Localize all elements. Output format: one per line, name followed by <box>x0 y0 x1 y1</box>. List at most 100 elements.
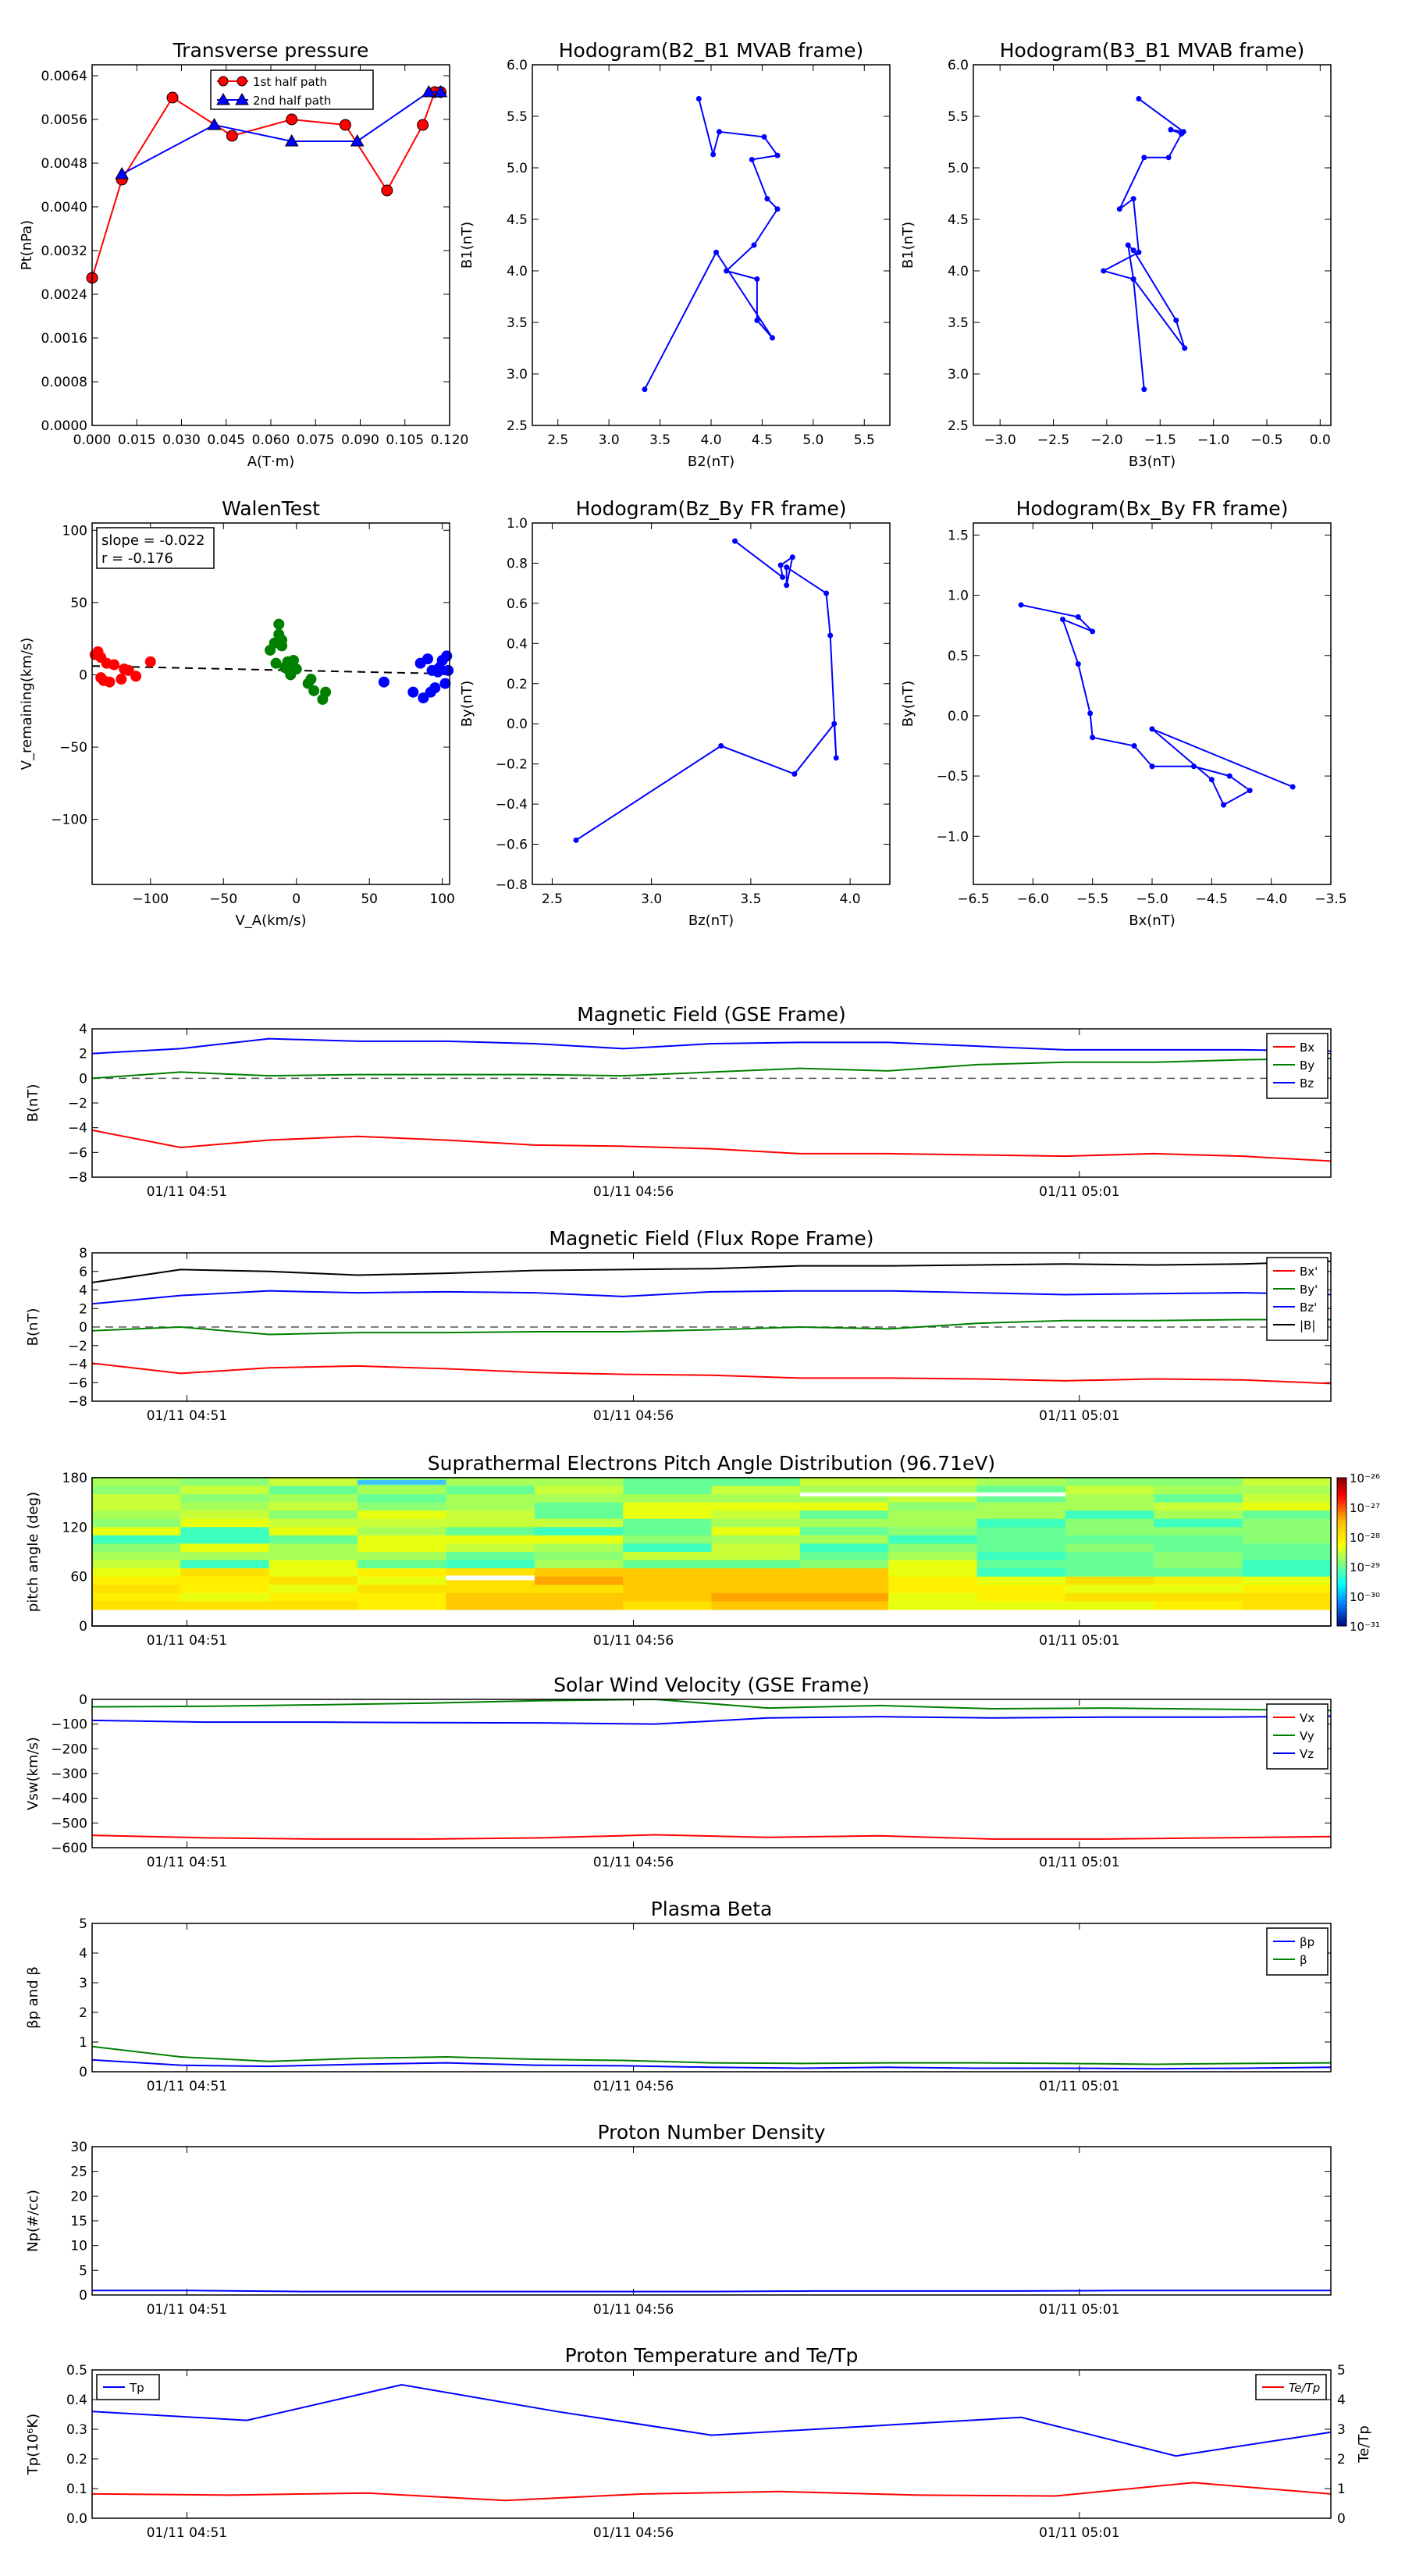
legend-label: β <box>1300 1953 1307 1967</box>
pitch-angle-cell <box>711 1510 801 1520</box>
pitch-angle-cell <box>1065 1601 1154 1610</box>
pitch-angle-cell <box>357 1494 446 1503</box>
temperature-ytick-label: 0.0 <box>66 2511 87 2527</box>
hodogram_b3_b1-point <box>1130 196 1136 202</box>
hodogram_b3_b1-point <box>1168 126 1174 133</box>
pitch-angle-cell <box>92 1543 181 1553</box>
hodogram_b2_b1-xtick-label: 3.5 <box>649 432 670 448</box>
walen-point <box>130 671 142 682</box>
pitch-angle-cell <box>976 1568 1066 1578</box>
hodogram_b3_b1-title: Hodogram(B3_B1 MVAB frame) <box>1000 39 1305 62</box>
hodogram_bx_by-xtick-label: −5.5 <box>1076 891 1108 907</box>
hodogram_b3_b1-point <box>1101 268 1107 274</box>
pitch-angle-cell <box>446 1485 535 1495</box>
density-series-line <box>92 2290 1331 2293</box>
walen-test-ytick-label: 0 <box>79 667 87 683</box>
pitch-angle-cell <box>1154 1494 1243 1503</box>
transverse_pressure-ytick-label: 0.0016 <box>41 331 87 347</box>
hodogram_bz_by-ytick-label: 0.8 <box>507 556 528 571</box>
transverse_pressure-point <box>417 119 429 131</box>
hodogram_b3_b1-point <box>1180 129 1186 135</box>
hodogram_bz_by-point <box>777 562 784 568</box>
hodogram_bz_by-point <box>823 590 830 596</box>
legend-label: By <box>1300 1059 1314 1073</box>
hodogram_bx_by-point <box>1221 802 1227 808</box>
mag_fr-ytick-label: −2 <box>68 1339 87 1354</box>
hodogram_bz_by-ytick-label: 0.2 <box>507 677 528 692</box>
hodogram_b2_b1-xtick-label: 3.0 <box>599 432 620 448</box>
pitch-angle-cell <box>1242 1527 1332 1536</box>
pitch-angle-cell <box>711 1552 801 1561</box>
legend-marker <box>237 76 247 87</box>
pitch-angle-cell <box>799 1527 889 1536</box>
hodogram_b2_b1-ytick-label: 4.5 <box>507 212 528 228</box>
walen-point <box>273 618 285 630</box>
pitch-angle-cell <box>1242 1502 1332 1511</box>
pitch-angle-cell <box>1242 1494 1332 1503</box>
pitch-angle-cell <box>92 1485 181 1495</box>
pitch-angle-cell <box>446 1592 535 1602</box>
density-ytick-label: 10 <box>70 2239 87 2254</box>
pitch-angle-cell <box>534 1518 624 1528</box>
hodogram_b2_b1-ytick-label: 6.0 <box>507 58 528 73</box>
legend-label: Bx <box>1300 1041 1314 1055</box>
mag_gse-ytick-label: −2 <box>68 1096 87 1112</box>
pitch-angle-cell <box>623 1552 712 1561</box>
hodogram_b2_b1-ylabel: B1(nT) <box>459 222 475 269</box>
mag_fr-legend: Bx' By' Bz' |B| <box>1266 1257 1329 1341</box>
walen-point <box>443 664 454 676</box>
pitch-angle-cell <box>1242 1585 1332 1594</box>
pitch-angle-cell <box>180 1585 270 1594</box>
vsw-ylabel: Vsw(km/s) <box>25 1737 41 1810</box>
pitch-angle-cell <box>446 1601 535 1610</box>
walen-point <box>108 659 120 671</box>
density-ylabel: Np(#/cc) <box>25 2190 41 2252</box>
pitch-angle-cell <box>534 1478 624 1487</box>
hodogram_b2_b1-series-line <box>644 98 779 390</box>
hodogram_b3_b1-ytick-label: 3.5 <box>948 315 969 331</box>
pitch-angle-cell <box>799 1601 889 1610</box>
pitch-angle-cell <box>799 1592 889 1602</box>
beta-xtick-label: 01/11 05:01 <box>1039 2079 1119 2094</box>
hodogram_b2_b1-ytick-label: 3.0 <box>507 367 528 382</box>
hodogram_bz_by-point <box>831 720 838 727</box>
hodogram_b2_b1-xtick-label: 5.5 <box>854 432 875 448</box>
vsw-legend: Vx Vy Vz <box>1266 1703 1329 1770</box>
temperature-right-tick-label: 0 <box>1337 2511 1346 2527</box>
pitch-angle-cell <box>446 1560 535 1569</box>
temperature-frame <box>91 2369 1332 2519</box>
transverse_pressure-point <box>207 117 222 130</box>
pitch-angle-cell <box>357 1568 446 1578</box>
vsw-ytick-label: −500 <box>51 1816 87 1831</box>
hodogram_b2_b1-xtick-label: 4.5 <box>752 432 773 448</box>
mag_fr-xtick-label: 01/11 05:01 <box>1039 1408 1119 1424</box>
hodogram_bx_by-ytick-label: −1.0 <box>937 829 969 845</box>
pitch-angle-cell <box>534 1494 624 1503</box>
pitch-angle-cell <box>888 1552 978 1561</box>
pitch-angle-cell <box>711 1601 801 1610</box>
pitch-angle-cell <box>1242 1478 1332 1487</box>
legend-label: Vz <box>1300 1747 1314 1761</box>
hodogram_bx_by-ytick-label: 1.0 <box>948 589 969 604</box>
temperature-legend-right: Te/Tp <box>1255 2374 1327 2400</box>
pitch-angle-cell <box>711 1518 801 1528</box>
density-ytick-label: 20 <box>70 2189 87 2204</box>
pitch-angle-cell <box>799 1585 889 1594</box>
pitch-angle-cell <box>1242 1568 1332 1578</box>
hodogram_bx_by-xtick-label: −5.0 <box>1136 891 1168 907</box>
hodogram_b3_b1-ytick-label: 2.5 <box>948 418 969 434</box>
hodogram_bz_by-xtick-label: 3.0 <box>641 891 662 907</box>
hodogram_b3_b1-point <box>1116 206 1122 212</box>
hodogram_bz_by-ytick-label: 0.6 <box>507 596 528 612</box>
pitch-angle-cell <box>711 1485 801 1495</box>
mag_fr-ytick-label: −8 <box>68 1394 87 1410</box>
density-ytick-label: 5 <box>79 2263 87 2279</box>
hodogram_b2_b1-point <box>724 268 730 274</box>
pitch-angle-cell <box>623 1485 712 1495</box>
pitch_angle-panel: Suprathermal Electrons Pitch Angle Distr… <box>25 1452 1380 1649</box>
pitch-angle-cell <box>1154 1592 1243 1602</box>
legend-box <box>1266 1927 1329 1976</box>
pitch-angle-gap <box>446 1575 535 1581</box>
mag_gse-title: Magnetic Field (GSE Frame) <box>577 1003 845 1026</box>
mag_gse-panel: Magnetic Field (GSE Frame) −8 −6 −4 −2 0 2 4 B(n… <box>25 1003 1332 1200</box>
